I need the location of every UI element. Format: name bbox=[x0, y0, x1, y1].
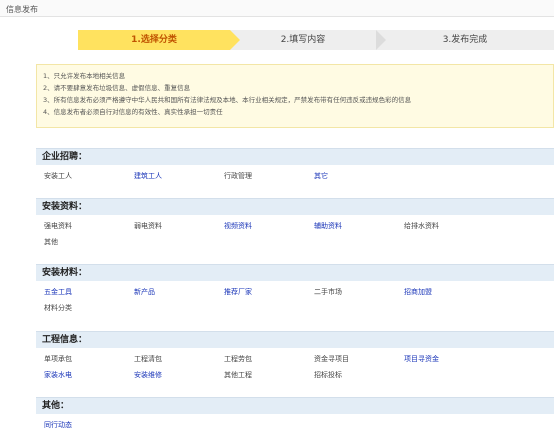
notice-line: 4、信息发布者必须自行对信息的有效性、真实性承担一切责任 bbox=[43, 108, 223, 116]
category-link[interactable]: 新产品 bbox=[134, 287, 155, 297]
category-link[interactable]: 招标投标 bbox=[314, 370, 342, 380]
step-progress: 1.选择分类 2.填写内容 3.发布完成 bbox=[78, 30, 554, 50]
category-section: 工程信息： 单项承包 工程清包 工程劳包 资金寻项目 项目寻资金家装水电 安装维修 其他工程 招… bbox=[36, 331, 554, 379]
top-bar: 信息发布 bbox=[0, 0, 554, 17]
category-link[interactable]: 行政管理 bbox=[224, 171, 252, 181]
category-link[interactable]: 其他 bbox=[44, 237, 58, 247]
category-link[interactable]: 单项承包 bbox=[44, 354, 72, 364]
notice-line: 2、请不要肆意发布垃圾信息、虚假信息、重复信息 bbox=[43, 84, 191, 92]
category-section: 企业招聘： 安装工人 建筑工人 行政管理 其它 bbox=[36, 148, 554, 180]
category-link[interactable]: 项目寻资金 bbox=[404, 354, 439, 364]
category-link[interactable]: 工程清包 bbox=[134, 354, 162, 364]
section-title: 工程信息： bbox=[36, 331, 554, 348]
category-link[interactable]: 资金寻项目 bbox=[314, 354, 349, 364]
step-fill-content: 2.填写内容 bbox=[280, 35, 326, 45]
section-title: 其他： bbox=[36, 397, 554, 414]
category-section: 其他： 同行动态 bbox=[36, 397, 554, 429]
category-link[interactable]: 同行动态 bbox=[44, 420, 72, 430]
step-select-category: 1.选择分类 bbox=[78, 30, 230, 50]
category-link[interactable]: 安装工人 bbox=[44, 171, 72, 181]
section-title: 安装资料： bbox=[36, 198, 554, 215]
step-publish-done: 3.发布完成 bbox=[442, 35, 488, 45]
category-link[interactable]: 二手市场 bbox=[314, 287, 342, 297]
category-link[interactable]: 弱电资料 bbox=[134, 221, 162, 231]
category-link[interactable]: 五金工具 bbox=[44, 287, 72, 297]
category-link[interactable]: 其他工程 bbox=[224, 370, 252, 380]
category-link[interactable]: 家装水电 bbox=[44, 370, 72, 380]
section-title: 企业招聘： bbox=[36, 148, 554, 165]
category-link[interactable]: 材料分类 bbox=[44, 303, 72, 313]
page-title: 信息发布 bbox=[6, 5, 38, 14]
category-section: 安装材料： 五金工具 新产品 推荐厂家 二手市场 招商加盟材料分类 bbox=[36, 264, 554, 312]
category-link[interactable]: 建筑工人 bbox=[134, 171, 162, 181]
category-link[interactable]: 其它 bbox=[314, 171, 328, 181]
notice-box: 1、只允许发布本地相关信息 2、请不要肆意发布垃圾信息、虚假信息、重复信息 3、… bbox=[36, 64, 554, 128]
category-link[interactable]: 工程劳包 bbox=[224, 354, 252, 364]
category-link[interactable]: 招商加盟 bbox=[404, 287, 432, 297]
category-link[interactable]: 安装维修 bbox=[134, 370, 162, 380]
category-link[interactable]: 推荐厂家 bbox=[224, 287, 252, 297]
category-link[interactable]: 给排水资料 bbox=[404, 221, 439, 231]
category-section: 安装资料： 强电资料 弱电资料 视频资料 辅助资料 给排水资料其他 bbox=[36, 198, 554, 246]
section-title: 安装材料： bbox=[36, 264, 554, 281]
category-link[interactable]: 辅助资料 bbox=[314, 221, 342, 231]
notice-line: 3、所有信息发布必须严格遵守中华人民共和国所有法律法规及本地、本行业相关规定，严… bbox=[43, 96, 412, 104]
category-link[interactable]: 强电资料 bbox=[44, 221, 72, 231]
category-link[interactable]: 视频资料 bbox=[224, 221, 252, 231]
notice-line: 1、只允许发布本地相关信息 bbox=[43, 72, 126, 80]
